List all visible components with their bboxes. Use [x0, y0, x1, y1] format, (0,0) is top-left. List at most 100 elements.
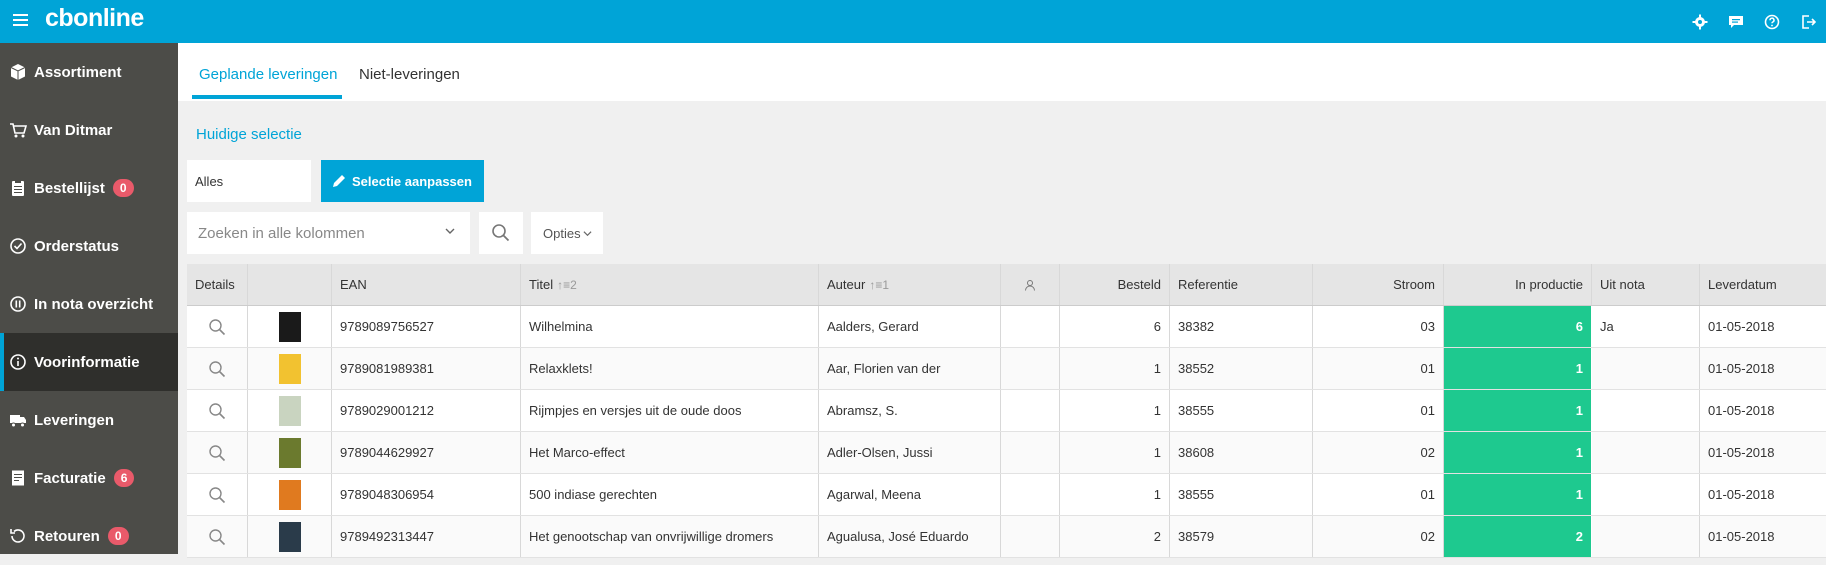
details-cell[interactable]	[187, 432, 248, 473]
col-referentie[interactable]: Referentie	[1170, 264, 1313, 305]
in-productie-cell: 1	[1444, 348, 1592, 389]
col-uit-nota[interactable]: Uit nota	[1592, 264, 1700, 305]
tab-niet-leveringen[interactable]: Niet-leveringen	[359, 66, 460, 83]
leverdatum-cell: 01-05-2018	[1708, 361, 1775, 376]
sidebar-item-orderstatus[interactable]: Orderstatus	[0, 217, 178, 275]
menu-icon[interactable]	[13, 14, 28, 27]
col-stroom[interactable]: Stroom	[1313, 264, 1444, 305]
uit-nota-cell: Ja	[1592, 306, 1700, 347]
col-titel[interactable]: Titel ↑≡2	[521, 264, 819, 305]
stroom-cell: 01	[1313, 390, 1444, 431]
magnifier-icon[interactable]	[208, 528, 226, 546]
auteur-cell: Abramsz, S.	[819, 390, 1001, 431]
user-cell	[1001, 474, 1060, 515]
pause-circle-icon	[8, 294, 28, 314]
col-details[interactable]: Details	[187, 264, 248, 305]
deliveries-table: Details EAN Titel ↑≡2 Auteur ↑≡1 Besteld…	[187, 264, 1826, 558]
magnifier-icon[interactable]	[208, 402, 226, 420]
titel-cell: Relaxklets!	[521, 348, 819, 389]
book-cover-image[interactable]	[278, 311, 301, 342]
details-cell[interactable]	[187, 516, 248, 557]
user-cell	[1001, 432, 1060, 473]
leverdatum-cell: 01-05-2018	[1708, 319, 1775, 334]
edit-selection-button[interactable]: Selectie aanpassen	[321, 160, 484, 202]
book-cover-image[interactable]	[278, 395, 301, 426]
sidebar-item-retouren[interactable]: Retouren 0	[0, 507, 178, 565]
cover-cell	[248, 306, 332, 347]
sort-indicator: ↑≡2	[557, 277, 577, 292]
table-row[interactable]: 9789081989381 Relaxklets! Aar, Florien van…	[187, 348, 1826, 390]
in-productie-cell: 1	[1444, 390, 1592, 431]
table-row[interactable]: 9789029001212 Rijmpjes en versjes uit de …	[187, 390, 1826, 432]
besteld-cell: 1	[1060, 348, 1170, 389]
chat-icon[interactable]	[1718, 11, 1754, 33]
details-cell[interactable]	[187, 390, 248, 431]
magnifier-icon[interactable]	[208, 486, 226, 504]
col-user[interactable]	[1001, 264, 1060, 305]
ean-cell: 9789089756527	[332, 306, 521, 347]
table-row[interactable]: 9789048306954 500 indiase gerechten Agarwa…	[187, 474, 1826, 516]
uit-nota-cell	[1592, 390, 1700, 431]
clipboard-icon	[8, 178, 28, 198]
magnifier-icon[interactable]	[208, 444, 226, 462]
titel-cell: 500 indiase gerechten	[521, 474, 819, 515]
stroom-cell: 02	[1313, 516, 1444, 557]
logout-icon[interactable]	[1790, 11, 1826, 33]
ean-cell: 9789048306954	[332, 474, 521, 515]
book-cover-image[interactable]	[278, 437, 301, 468]
check-circle-icon	[8, 236, 28, 256]
help-icon[interactable]	[1754, 11, 1790, 33]
book-cover-image[interactable]	[278, 353, 301, 384]
col-in-productie[interactable]: In productie	[1444, 264, 1592, 305]
details-cell[interactable]	[187, 306, 248, 347]
gear-icon[interactable]	[1682, 11, 1718, 33]
titel-cell: Rijmpjes en versjes uit de oude doos	[521, 390, 819, 431]
referentie-cell: 38555	[1170, 474, 1313, 515]
col-cover	[248, 264, 332, 305]
table-row[interactable]: 9789089756527 Wilhelmina Aalders, Gerard 6 3…	[187, 306, 1826, 348]
app-logo[interactable]: cbonline	[45, 4, 144, 33]
sidebar-item-van-ditmar[interactable]: Van Ditmar	[0, 101, 178, 159]
sort-order: 2	[570, 277, 577, 292]
magnifier-icon[interactable]	[208, 318, 226, 336]
uit-nota-cell	[1592, 432, 1700, 473]
sidebar-item-voorinformatie[interactable]: Voorinformatie	[0, 333, 178, 391]
sidebar-item-assortiment[interactable]: Assortiment	[0, 43, 178, 101]
titel-cell: Het genootschap van onvrijwillige dromer…	[521, 516, 819, 557]
leverdatum-cell: 01-05-2018	[1708, 529, 1775, 544]
sidebar-item-label: Van Ditmar	[34, 121, 113, 139]
referentie-cell: 38579	[1170, 516, 1313, 557]
cover-cell	[248, 516, 332, 557]
table-row[interactable]: 9789492313447 Het genootschap van onvrijw…	[187, 516, 1826, 558]
col-leverdatum[interactable]: Leverdatum	[1700, 264, 1826, 305]
magnifier-icon[interactable]	[208, 360, 226, 378]
search-button[interactable]	[479, 212, 523, 254]
info-icon	[8, 352, 28, 372]
book-cover-image[interactable]	[278, 521, 301, 552]
chevron-down-icon	[583, 230, 592, 236]
table-row[interactable]: 9789044629927 Het Marco-effect Adler-Olsen…	[187, 432, 1826, 474]
col-auteur[interactable]: Auteur ↑≡1	[819, 264, 1001, 305]
sidebar-item-leveringen[interactable]: Leveringen	[0, 391, 178, 449]
col-ean[interactable]: EAN	[332, 264, 521, 305]
sidebar-item-in-nota-overzicht[interactable]: In nota overzicht	[0, 275, 178, 333]
sidebar-item-label: In nota overzicht	[34, 295, 154, 313]
options-label: Opties	[543, 225, 581, 241]
chevron-down-icon[interactable]	[444, 225, 456, 237]
stroom-cell: 02	[1313, 432, 1444, 473]
sidebar-item-facturatie[interactable]: Facturatie 6	[0, 449, 178, 507]
search-input[interactable]: Zoeken in alle kolommen	[187, 212, 470, 254]
uit-nota-cell	[1592, 348, 1700, 389]
sidebar-item-label: Orderstatus	[34, 237, 120, 255]
tab-geplande-leveringen[interactable]: Geplande leveringen	[199, 66, 337, 83]
details-cell[interactable]	[187, 474, 248, 515]
details-cell[interactable]	[187, 348, 248, 389]
options-dropdown[interactable]: Opties	[531, 212, 603, 254]
col-besteld[interactable]: Besteld	[1060, 264, 1170, 305]
leverdatum-cell: 01-05-2018	[1708, 487, 1775, 502]
stroom-cell: 01	[1313, 348, 1444, 389]
tab-bar: Geplande leveringen Niet-leveringen	[178, 43, 1826, 101]
box-icon	[8, 62, 28, 82]
book-cover-image[interactable]	[278, 479, 301, 510]
sidebar-item-bestellijst[interactable]: Bestellijst 0	[0, 159, 178, 217]
